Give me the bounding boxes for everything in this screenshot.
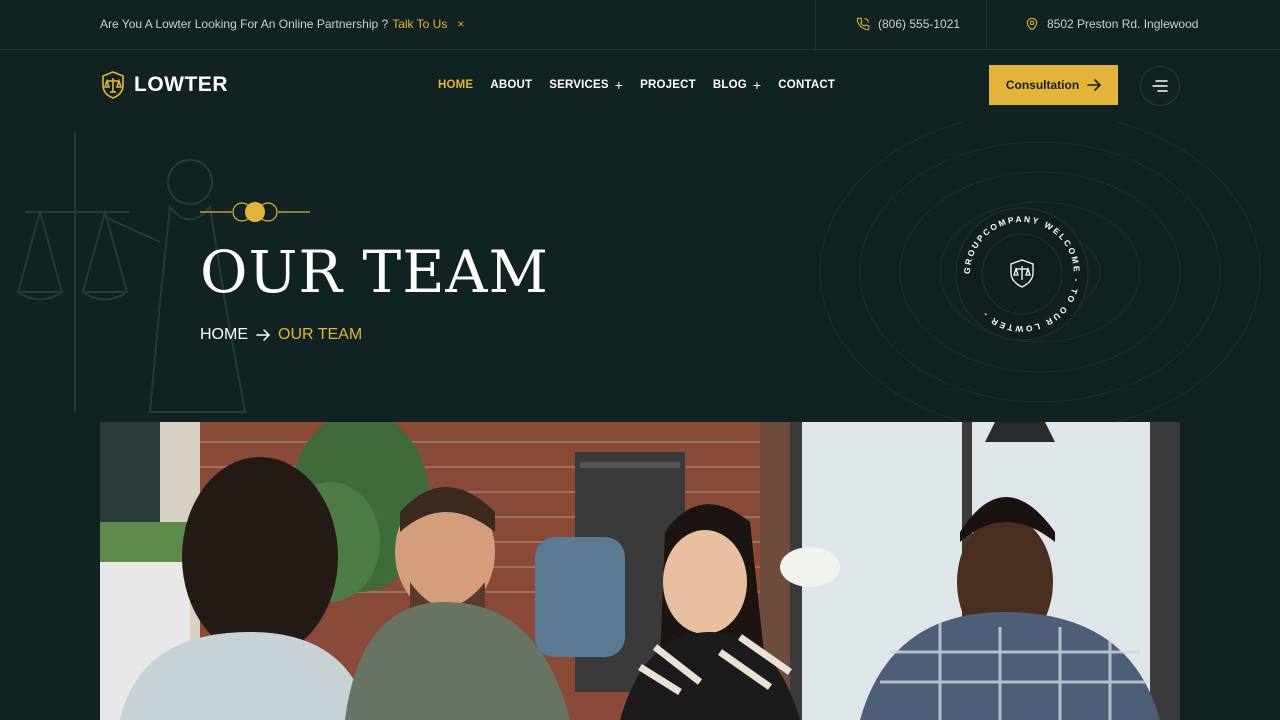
nav-label: ABOUT <box>490 79 533 91</box>
nav-item-contact[interactable]: CONTACT <box>778 79 835 91</box>
page-title: OUR TEAM <box>200 238 549 306</box>
divider <box>815 0 816 50</box>
hamburger-icon <box>1152 80 1168 92</box>
top-bar: Are You A Lowter Looking For An Online P… <box>0 0 1280 50</box>
divider <box>986 0 987 50</box>
plus-icon: + <box>614 77 624 93</box>
talk-to-us-link[interactable]: Talk To Us <box>392 17 447 31</box>
logo[interactable]: LOWTER <box>100 70 228 100</box>
nav-label: HOME <box>438 79 474 91</box>
nav-item-services[interactable]: SERVICES + <box>549 77 624 93</box>
phone-number: (806) 555-1021 <box>878 17 961 31</box>
phone-contact[interactable]: (806) 555-1021 <box>856 17 960 31</box>
nav-label: BLOG <box>712 79 747 91</box>
phone-icon <box>856 17 870 31</box>
consultation-label: Consultation <box>1005 78 1080 92</box>
nav-label: CONTACT <box>778 79 836 91</box>
nav-label: PROJECT <box>640 79 696 91</box>
promo-text: Are You A Lowter Looking For An Online P… <box>100 17 389 31</box>
consultation-button[interactable]: Consultation <box>989 65 1118 105</box>
promo-banner: Are You A Lowter Looking For An Online P… <box>100 17 464 31</box>
team-meeting-photo <box>100 422 1180 720</box>
arrow-right-icon <box>1087 79 1101 91</box>
map-pin-icon <box>1026 17 1038 31</box>
breadcrumb-home[interactable]: HOME <box>200 326 248 344</box>
title-ornament <box>200 202 310 222</box>
menu-toggle-button[interactable] <box>1140 66 1180 106</box>
close-icon[interactable]: × <box>457 17 464 31</box>
logo-text: LOWTER <box>134 73 228 96</box>
nav-item-project[interactable]: PROJECT <box>640 79 696 91</box>
main-nav: HOME ABOUT SERVICES + PROJECT BLOG + CON… <box>438 77 835 93</box>
team-meeting-image <box>100 422 1180 720</box>
plus-icon: + <box>752 77 762 93</box>
breadcrumb: HOME OUR TEAM <box>200 326 362 344</box>
nav-label: SERVICES <box>549 79 609 91</box>
nav-item-home[interactable]: HOME <box>438 79 473 91</box>
arrow-right-icon <box>256 329 270 341</box>
address-text: 8502 Preston Rd. Inglewood <box>1047 17 1199 31</box>
breadcrumb-current: OUR TEAM <box>278 326 363 343</box>
address-contact: 8502 Preston Rd. Inglewood <box>1025 17 1198 31</box>
welcome-badge: GROUPCOMPANY WELCOME - TO OUR LOWTER - <box>955 207 1089 341</box>
main-header: LOWTER HOME ABOUT SERVICES + PROJECT BLO… <box>0 50 1280 122</box>
nav-item-about[interactable]: ABOUT <box>490 79 532 91</box>
shield-scales-icon <box>102 71 124 99</box>
nav-item-blog[interactable]: BLOG + <box>712 77 762 93</box>
